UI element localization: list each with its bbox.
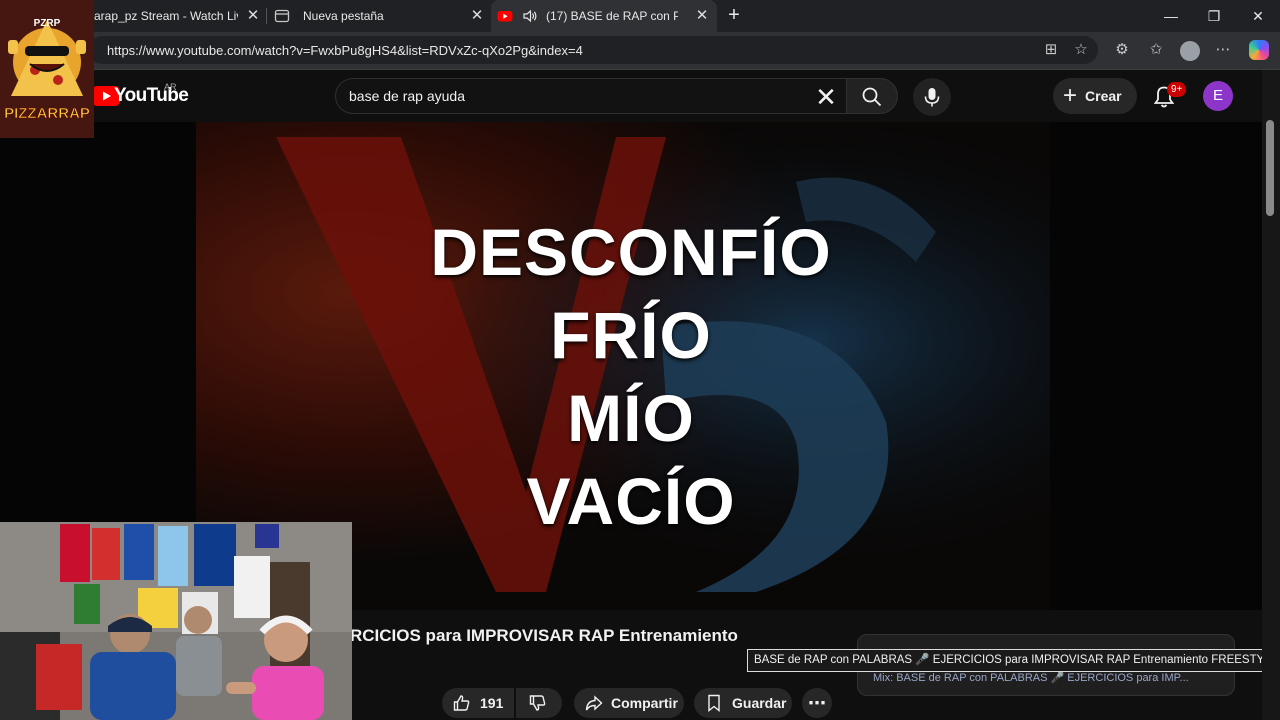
like-button[interactable]: 191 [442,688,514,718]
logo-top-text: PZRP [34,18,61,29]
tab-stream-label: arap_pz Stream - Watch Live [94,9,238,23]
minimize-icon[interactable]: — [1159,4,1183,28]
plus-icon: + [1063,82,1078,109]
url-text: https://www.youtube.com/watch?v=FwxbPu8g… [107,43,583,58]
share-icon [585,695,603,711]
title-tooltip: BASE de RAP con PALABRAS 🎤 EJERCICIOS pa… [747,649,1280,672]
restore-icon[interactable]: ❐ [1202,4,1226,28]
favorite-star-icon[interactable]: ☆ [1071,40,1091,60]
address-bar: https://www.youtube.com/watch?v=FwxbPu8g… [0,32,1280,70]
video-title: RCICIOS para IMPROVISAR RAP Entrenamient… [350,626,738,645]
thumbs-down-icon [529,695,546,711]
webcam-feed-image [0,522,352,720]
tab-new-tab-label: Nueva pestaña [303,9,384,23]
search-input[interactable]: base de rap ayuda ✕ [335,78,847,114]
search-icon [862,87,882,107]
save-label: Guardar [732,695,787,711]
search-button[interactable] [846,78,898,114]
notification-count-badge: 9+ [1167,82,1187,97]
window-close-icon[interactable]: ✕ [1246,4,1270,28]
copilot-icon[interactable] [1249,40,1269,60]
tab-stream-close-icon[interactable]: ✕ [245,8,261,24]
save-button[interactable]: Guardar [694,688,792,718]
pizzarrap-logo-image: PZRP PIZZARRAP [0,0,94,138]
tab-youtube[interactable]: (17) BASE de RAP con PALAB [491,0,717,32]
thumbs-up-icon [453,695,470,711]
tab-stream[interactable]: arap_pz Stream - Watch Live [88,0,266,32]
create-label: Crear [1085,88,1122,104]
tab-youtube-label: (17) BASE de RAP con PALAB [546,9,678,23]
url-field[interactable]: https://www.youtube.com/watch?v=FwxbPu8g… [88,36,1098,64]
lyric-line-2: FRÍO [550,298,712,372]
bookmark-icon [708,694,720,712]
logo-bottom-text: PIZZARRAP [4,105,90,122]
tab-separator [266,8,267,24]
extensions-icon[interactable]: ⚙ [1112,40,1132,60]
youtube-favicon-icon [497,11,513,22]
stream-logo-overlay: PZRP PIZZARRAP [0,0,94,138]
dislike-button[interactable] [516,688,562,718]
voice-search-button[interactable] [913,78,951,116]
new-tab-button[interactable]: + [724,5,744,25]
like-count: 191 [480,695,504,711]
create-button[interactable]: + Crear [1053,78,1137,114]
tab-new-tab[interactable]: Nueva pestaña [268,0,490,32]
apps-icon[interactable]: ⊞ [1041,40,1061,60]
account-avatar[interactable]: E [1203,81,1233,111]
share-button[interactable]: Compartir [574,688,684,718]
browser-menu-icon[interactable]: ⋯ [1213,40,1233,60]
search-query: base de rap ayuda [349,88,465,104]
share-label: Compartir [611,695,678,711]
youtube-masthead: YouTube AR base de rap ayuda ✕ + Crear 9… [0,70,1262,122]
lyric-line-1: DESCONFÍO [430,215,832,289]
scrollbar-thumb[interactable] [1266,120,1274,216]
speaker-icon[interactable] [522,8,538,24]
favorites-icon[interactable]: ✩ [1146,40,1166,60]
page-scrollbar[interactable] [1262,70,1280,720]
youtube-wordmark[interactable]: YouTube [114,85,189,107]
page-icon [274,9,290,23]
browser-tab-bar: arap_pz Stream - Watch Live ✕ Nueva pest… [0,0,1280,32]
mix-subtitle: Mix: BASE de RAP con PALABRAS 🎤 EJERCICI… [873,672,1189,684]
clear-search-icon[interactable]: ✕ [812,83,840,111]
tab-youtube-close-icon[interactable]: ✕ [694,8,710,24]
webcam-overlay [0,522,352,720]
lyric-line-3: MÍO [567,381,695,455]
profile-icon[interactable] [1180,41,1200,61]
microphone-icon [924,88,940,107]
more-actions-button[interactable]: ⋯ [802,688,832,718]
country-code: AR [164,82,177,92]
tab-new-tab-close-icon[interactable]: ✕ [469,8,485,24]
